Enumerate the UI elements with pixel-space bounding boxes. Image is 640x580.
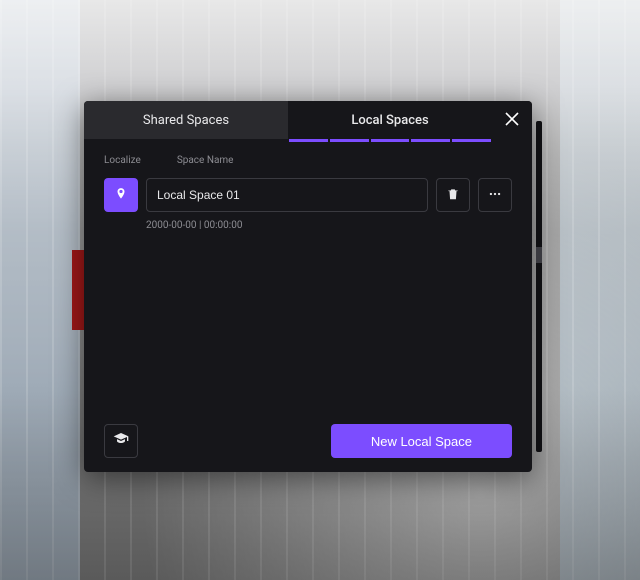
new-local-space-button[interactable]: New Local Space — [331, 424, 512, 458]
tab-shared-spaces[interactable]: Shared Spaces — [84, 101, 288, 139]
space-timestamp: 2000-00-00 | 00:00:00 — [146, 220, 512, 231]
side-scroll-indicator[interactable] — [536, 121, 542, 452]
tab-local-spaces[interactable]: Local Spaces — [288, 101, 492, 139]
close-button[interactable] — [492, 101, 532, 139]
localize-button[interactable] — [104, 178, 138, 212]
tab-label: Shared Spaces — [143, 113, 229, 128]
panel-footer: New Local Space — [104, 410, 512, 458]
close-icon — [505, 111, 519, 130]
delete-button[interactable] — [436, 178, 470, 212]
spaces-panel: Shared Spaces Local Spaces Localize Spac… — [84, 101, 532, 472]
tabs-container: Shared Spaces Local Spaces — [84, 101, 532, 139]
column-header-localize: Localize — [104, 155, 141, 166]
trash-icon — [446, 186, 460, 205]
tutorial-button[interactable] — [104, 424, 138, 458]
tab-label: Local Spaces — [351, 113, 428, 128]
pin-icon — [114, 186, 128, 205]
more-button[interactable] — [478, 178, 512, 212]
column-header-space-name: Space Name — [177, 155, 234, 166]
more-icon — [488, 186, 502, 205]
space-row — [104, 178, 512, 212]
button-label: New Local Space — [371, 434, 472, 449]
space-name-input[interactable] — [146, 178, 428, 212]
panel-content: Localize Space Name 2000-00-00 | 00:00 — [84, 139, 532, 472]
column-headers: Localize Space Name — [104, 155, 512, 166]
graduation-cap-icon — [113, 431, 129, 451]
